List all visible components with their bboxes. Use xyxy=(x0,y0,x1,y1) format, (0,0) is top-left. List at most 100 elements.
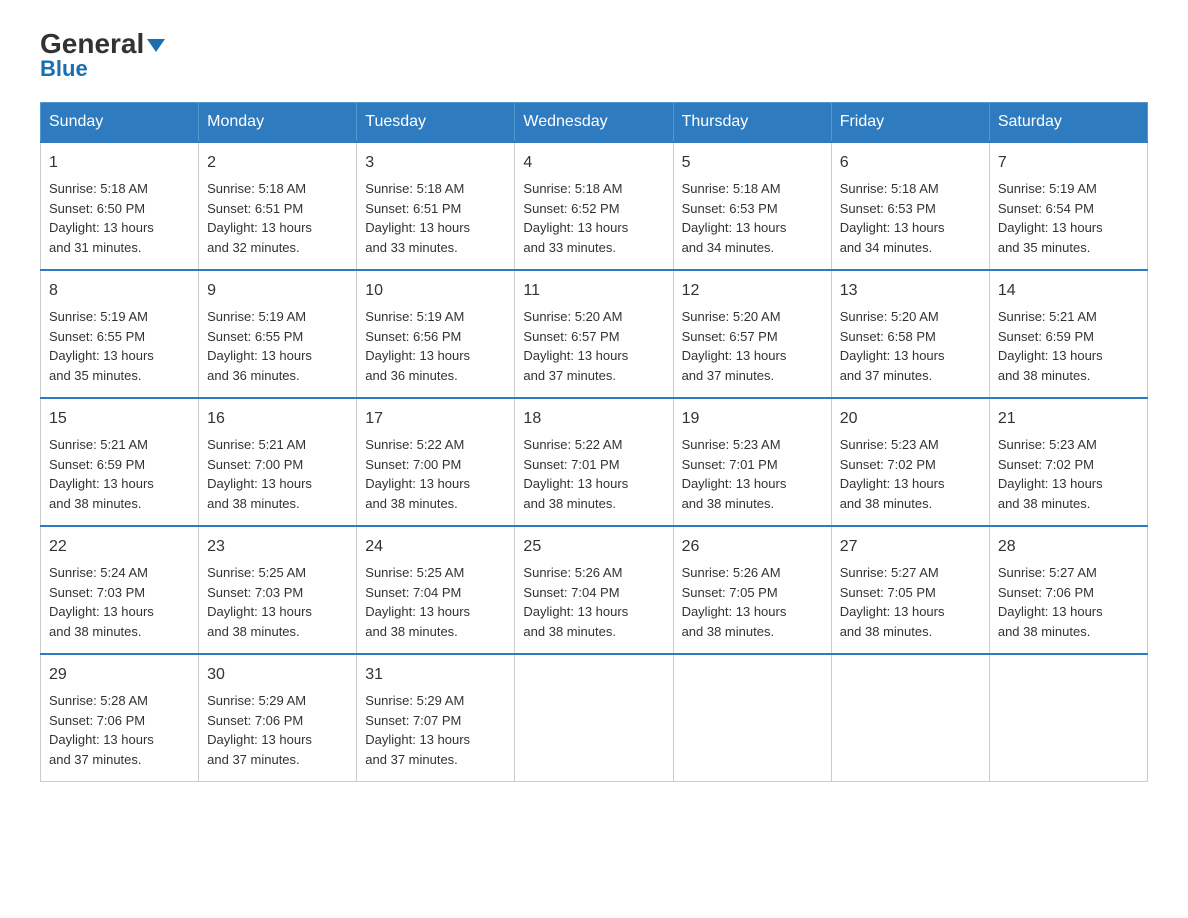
week-row-2: 8 Sunrise: 5:19 AMSunset: 6:55 PMDaylight… xyxy=(41,270,1148,398)
calendar-cell: 15 Sunrise: 5:21 AMSunset: 6:59 PMDayligh… xyxy=(41,398,199,526)
cell-info: Sunrise: 5:28 AMSunset: 7:06 PMDaylight:… xyxy=(49,693,154,767)
day-number: 14 xyxy=(998,279,1139,303)
cell-info: Sunrise: 5:23 AMSunset: 7:02 PMDaylight:… xyxy=(998,437,1103,511)
calendar-cell: 22 Sunrise: 5:24 AMSunset: 7:03 PMDayligh… xyxy=(41,526,199,654)
cell-info: Sunrise: 5:19 AMSunset: 6:56 PMDaylight:… xyxy=(365,309,470,383)
day-number: 16 xyxy=(207,407,348,431)
day-number: 11 xyxy=(523,279,664,303)
calendar-cell: 21 Sunrise: 5:23 AMSunset: 7:02 PMDayligh… xyxy=(989,398,1147,526)
cell-info: Sunrise: 5:21 AMSunset: 7:00 PMDaylight:… xyxy=(207,437,312,511)
cell-info: Sunrise: 5:20 AMSunset: 6:57 PMDaylight:… xyxy=(682,309,787,383)
cell-info: Sunrise: 5:22 AMSunset: 7:01 PMDaylight:… xyxy=(523,437,628,511)
cell-info: Sunrise: 5:29 AMSunset: 7:07 PMDaylight:… xyxy=(365,693,470,767)
day-number: 10 xyxy=(365,279,506,303)
cell-info: Sunrise: 5:20 AMSunset: 6:58 PMDaylight:… xyxy=(840,309,945,383)
calendar-cell: 25Sunrise: 5:26 AMSunset: 7:04 PMDayligh… xyxy=(515,526,673,654)
logo: General Blue xyxy=(40,30,165,82)
day-number: 31 xyxy=(365,663,506,687)
calendar-cell: 28 Sunrise: 5:27 AMSunset: 7:06 PMDayligh… xyxy=(989,526,1147,654)
calendar-cell: 11 Sunrise: 5:20 AMSunset: 6:57 PMDayligh… xyxy=(515,270,673,398)
day-number: 15 xyxy=(49,407,190,431)
calendar-cell: 30 Sunrise: 5:29 AMSunset: 7:06 PMDayligh… xyxy=(199,654,357,782)
day-number: 22 xyxy=(49,535,190,559)
header-friday: Friday xyxy=(831,103,989,143)
calendar-cell xyxy=(989,654,1147,782)
day-number: 12 xyxy=(682,279,823,303)
cell-info: Sunrise: 5:25 AMSunset: 7:04 PMDaylight:… xyxy=(365,565,470,639)
cell-info: Sunrise: 5:18 AMSunset: 6:53 PMDaylight:… xyxy=(682,181,787,255)
calendar-cell: 14 Sunrise: 5:21 AMSunset: 6:59 PMDayligh… xyxy=(989,270,1147,398)
calendar-cell: 16 Sunrise: 5:21 AMSunset: 7:00 PMDayligh… xyxy=(199,398,357,526)
calendar-cell: 10 Sunrise: 5:19 AMSunset: 6:56 PMDayligh… xyxy=(357,270,515,398)
calendar-cell: 26 Sunrise: 5:26 AMSunset: 7:05 PMDayligh… xyxy=(673,526,831,654)
calendar-cell: 27Sunrise: 5:27 AMSunset: 7:05 PMDayligh… xyxy=(831,526,989,654)
cell-info: Sunrise: 5:21 AMSunset: 6:59 PMDaylight:… xyxy=(998,309,1103,383)
day-number: 30 xyxy=(207,663,348,687)
page-header: General Blue xyxy=(40,30,1148,82)
week-row-3: 15 Sunrise: 5:21 AMSunset: 6:59 PMDayligh… xyxy=(41,398,1148,526)
calendar-cell: 12 Sunrise: 5:20 AMSunset: 6:57 PMDayligh… xyxy=(673,270,831,398)
day-number: 2 xyxy=(207,151,348,175)
cell-info: Sunrise: 5:27 AMSunset: 7:06 PMDaylight:… xyxy=(998,565,1103,639)
cell-info: Sunrise: 5:25 AMSunset: 7:03 PMDaylight:… xyxy=(207,565,312,639)
day-number: 17 xyxy=(365,407,506,431)
cell-info: Sunrise: 5:23 AMSunset: 7:02 PMDaylight:… xyxy=(840,437,945,511)
cell-info: Sunrise: 5:20 AMSunset: 6:57 PMDaylight:… xyxy=(523,309,628,383)
cell-info: Sunrise: 5:26 AMSunset: 7:04 PMDaylight:… xyxy=(523,565,628,639)
day-number: 5 xyxy=(682,151,823,175)
calendar-cell xyxy=(831,654,989,782)
header-saturday: Saturday xyxy=(989,103,1147,143)
calendar-cell: 9Sunrise: 5:19 AMSunset: 6:55 PMDaylight… xyxy=(199,270,357,398)
calendar-cell: 19Sunrise: 5:23 AMSunset: 7:01 PMDayligh… xyxy=(673,398,831,526)
logo-blue: Blue xyxy=(40,56,88,82)
day-number: 23 xyxy=(207,535,348,559)
cell-info: Sunrise: 5:29 AMSunset: 7:06 PMDaylight:… xyxy=(207,693,312,767)
day-number: 1 xyxy=(49,151,190,175)
calendar-cell: 29 Sunrise: 5:28 AMSunset: 7:06 PMDayligh… xyxy=(41,654,199,782)
calendar-cell: 3Sunrise: 5:18 AMSunset: 6:51 PMDaylight… xyxy=(357,142,515,270)
calendar-table: SundayMondayTuesdayWednesdayThursdayFrid… xyxy=(40,102,1148,782)
cell-info: Sunrise: 5:18 AMSunset: 6:51 PMDaylight:… xyxy=(365,181,470,255)
day-number: 7 xyxy=(998,151,1139,175)
cell-info: Sunrise: 5:18 AMSunset: 6:50 PMDaylight:… xyxy=(49,181,154,255)
calendar-header-row: SundayMondayTuesdayWednesdayThursdayFrid… xyxy=(41,103,1148,143)
calendar-cell: 1 Sunrise: 5:18 AMSunset: 6:50 PMDaylight… xyxy=(41,142,199,270)
calendar-cell: 4Sunrise: 5:18 AMSunset: 6:52 PMDaylight… xyxy=(515,142,673,270)
day-number: 6 xyxy=(840,151,981,175)
calendar-cell: 7 Sunrise: 5:19 AMSunset: 6:54 PMDaylight… xyxy=(989,142,1147,270)
calendar-cell: 13 Sunrise: 5:20 AMSunset: 6:58 PMDayligh… xyxy=(831,270,989,398)
day-number: 19 xyxy=(682,407,823,431)
cell-info: Sunrise: 5:19 AMSunset: 6:55 PMDaylight:… xyxy=(207,309,312,383)
cell-info: Sunrise: 5:19 AMSunset: 6:55 PMDaylight:… xyxy=(49,309,154,383)
day-number: 21 xyxy=(998,407,1139,431)
cell-info: Sunrise: 5:21 AMSunset: 6:59 PMDaylight:… xyxy=(49,437,154,511)
week-row-1: 1 Sunrise: 5:18 AMSunset: 6:50 PMDaylight… xyxy=(41,142,1148,270)
header-wednesday: Wednesday xyxy=(515,103,673,143)
cell-info: Sunrise: 5:22 AMSunset: 7:00 PMDaylight:… xyxy=(365,437,470,511)
day-number: 28 xyxy=(998,535,1139,559)
day-number: 8 xyxy=(49,279,190,303)
cell-info: Sunrise: 5:18 AMSunset: 6:52 PMDaylight:… xyxy=(523,181,628,255)
day-number: 13 xyxy=(840,279,981,303)
calendar-cell: 6Sunrise: 5:18 AMSunset: 6:53 PMDaylight… xyxy=(831,142,989,270)
week-row-4: 22 Sunrise: 5:24 AMSunset: 7:03 PMDayligh… xyxy=(41,526,1148,654)
header-monday: Monday xyxy=(199,103,357,143)
day-number: 18 xyxy=(523,407,664,431)
day-number: 26 xyxy=(682,535,823,559)
cell-info: Sunrise: 5:24 AMSunset: 7:03 PMDaylight:… xyxy=(49,565,154,639)
day-number: 29 xyxy=(49,663,190,687)
calendar-cell xyxy=(673,654,831,782)
day-number: 20 xyxy=(840,407,981,431)
header-sunday: Sunday xyxy=(41,103,199,143)
cell-info: Sunrise: 5:19 AMSunset: 6:54 PMDaylight:… xyxy=(998,181,1103,255)
day-number: 24 xyxy=(365,535,506,559)
calendar-cell: 18 Sunrise: 5:22 AMSunset: 7:01 PMDayligh… xyxy=(515,398,673,526)
cell-info: Sunrise: 5:26 AMSunset: 7:05 PMDaylight:… xyxy=(682,565,787,639)
header-tuesday: Tuesday xyxy=(357,103,515,143)
calendar-cell: 31 Sunrise: 5:29 AMSunset: 7:07 PMDayligh… xyxy=(357,654,515,782)
logo-general: General xyxy=(40,30,165,58)
day-number: 27 xyxy=(840,535,981,559)
calendar-cell: 23 Sunrise: 5:25 AMSunset: 7:03 PMDayligh… xyxy=(199,526,357,654)
calendar-cell: 5 Sunrise: 5:18 AMSunset: 6:53 PMDaylight… xyxy=(673,142,831,270)
week-row-5: 29 Sunrise: 5:28 AMSunset: 7:06 PMDayligh… xyxy=(41,654,1148,782)
